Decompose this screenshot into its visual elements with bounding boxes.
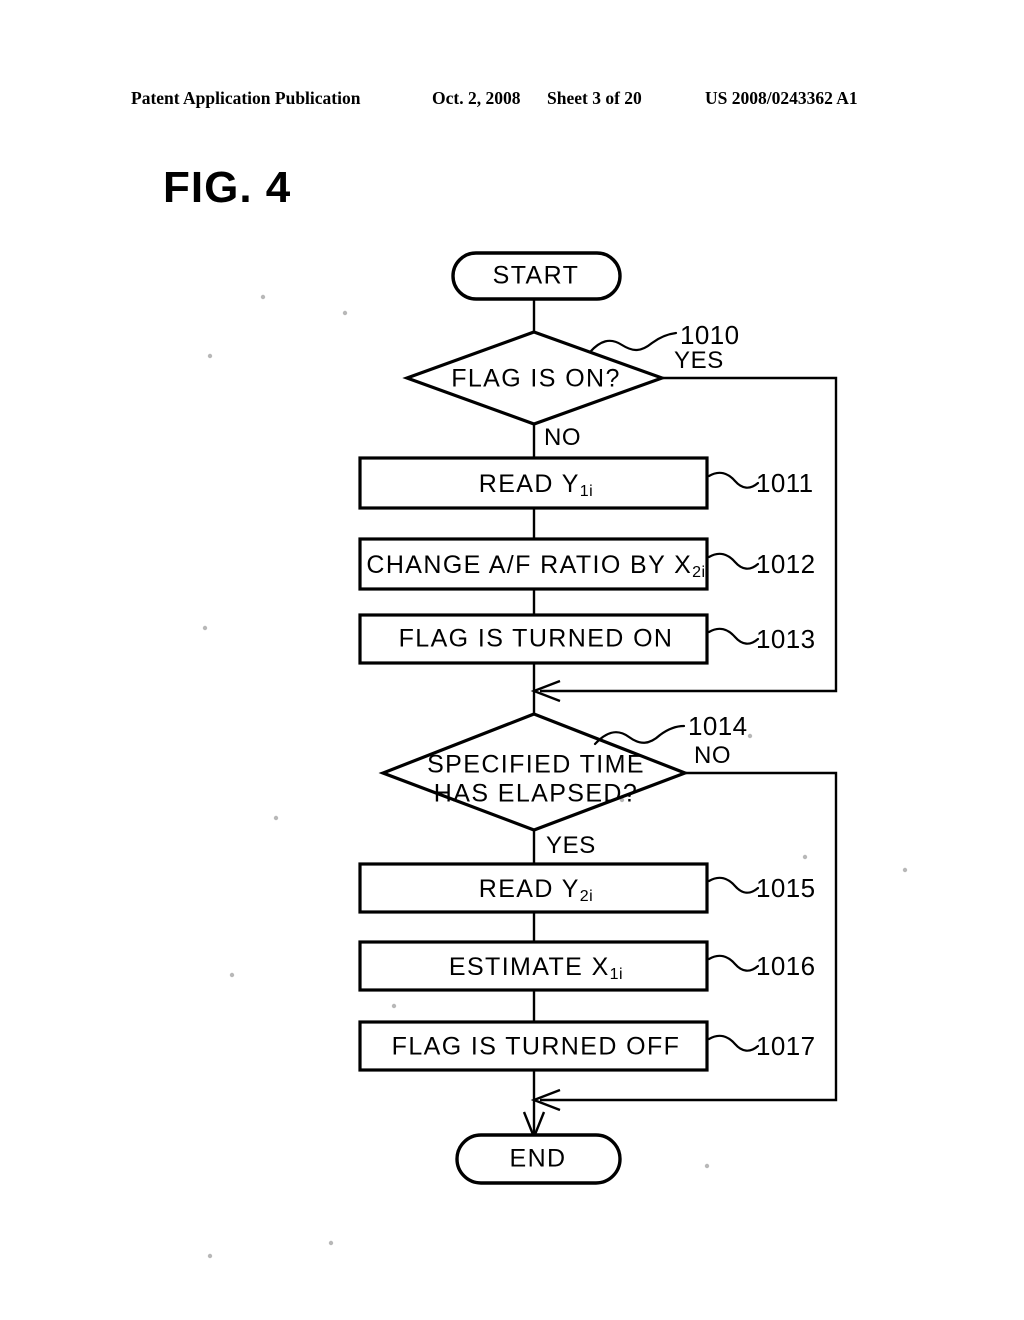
flow-step-1011: READ Y1i 1011 xyxy=(358,456,814,510)
flow-step-1015: READ Y2i 1015 xyxy=(358,862,815,914)
flowchart-figure-4: START FLAG IS ON? 1010 YES NO READ Y1i 1… xyxy=(202,251,908,1259)
flow-branch-1014-yes: YES xyxy=(546,832,596,859)
flow-step-1012: CHANGE A/F RATIO BY X2i 1012 xyxy=(358,537,815,591)
flow-branch-1014-no: NO xyxy=(694,742,731,769)
flow-decision-1010: FLAG IS ON? 1010 YES NO xyxy=(402,320,739,451)
flow-decision-1014: SPECIFIED TIME HAS ELAPSED? 1014 NO YES xyxy=(378,711,747,859)
flow-branch-1010-no: NO xyxy=(544,424,581,451)
flow-ref-1012: 1012 xyxy=(756,549,815,579)
flow-ref-1015: 1015 xyxy=(756,873,815,903)
flow-node-end: END xyxy=(455,1133,622,1185)
flow-node-end-label: END xyxy=(510,1145,567,1173)
flow-step-1017: FLAG IS TURNED OFF 1017 xyxy=(358,1020,815,1072)
flow-decision-1014-label-line1: SPECIFIED TIME xyxy=(427,751,645,779)
flow-step-1011-label: READ Y1i xyxy=(479,470,593,501)
flow-step-1015-label: READ Y2i xyxy=(479,875,593,906)
flow-step-1013-label: FLAG IS TURNED ON xyxy=(399,625,674,653)
flow-branch-1010-yes: YES xyxy=(674,347,724,374)
flow-step-1013: FLAG IS TURNED ON 1013 xyxy=(358,613,815,665)
flow-decision-1014-label-line2: HAS ELAPSED? xyxy=(434,780,638,808)
flow-step-1016-label: ESTIMATE X1i xyxy=(449,953,623,984)
patent-page: Patent Application Publication Oct. 2, 2… xyxy=(0,0,1024,1320)
flow-step-1016: ESTIMATE X1i 1016 xyxy=(358,940,815,992)
flow-ref-1016: 1016 xyxy=(756,951,815,981)
flow-node-start: START xyxy=(451,251,622,301)
flow-step-1017-label: FLAG IS TURNED OFF xyxy=(392,1033,681,1061)
flow-node-start-label: START xyxy=(493,262,580,290)
flow-ref-1013: 1013 xyxy=(756,624,815,654)
flow-decision-1010-label: FLAG IS ON? xyxy=(451,365,621,393)
flow-ref-1017: 1017 xyxy=(756,1031,815,1061)
flow-ref-1010: 1010 xyxy=(680,320,739,350)
flow-ref-1014: 1014 xyxy=(688,711,747,741)
flow-step-1012-label: CHANGE A/F RATIO BY X2i xyxy=(366,551,705,582)
flow-ref-1011: 1011 xyxy=(756,468,814,498)
